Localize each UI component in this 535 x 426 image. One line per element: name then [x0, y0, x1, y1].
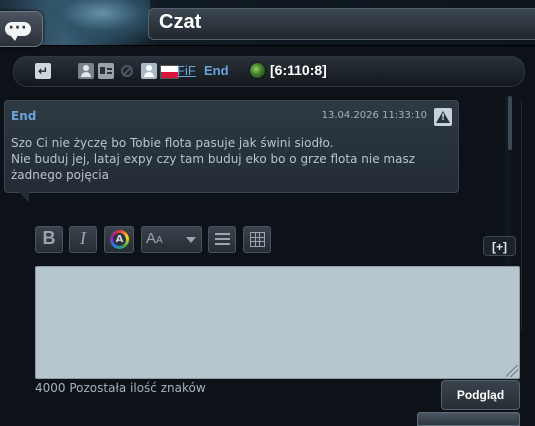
send-button[interactable]: [417, 412, 520, 426]
list-button[interactable]: [208, 226, 236, 253]
font-size-dropdown[interactable]: AA: [141, 226, 202, 253]
return-icon[interactable]: ↵: [35, 63, 51, 79]
italic-button[interactable]: I: [69, 226, 97, 253]
message-timestamp: 13.04.2026 11:33:10: [321, 110, 427, 121]
table-button[interactable]: [243, 226, 271, 253]
user-profile-icon[interactable]: [141, 63, 157, 79]
chat-message: End 13.04.2026 11:33:10 ! Szo Ci nie życ…: [4, 100, 459, 203]
message-textarea[interactable]: [35, 266, 520, 379]
header: ··· Czat: [0, 0, 535, 47]
message-line: żadnego pojęcia: [11, 168, 109, 182]
player-name-link[interactable]: End: [204, 63, 229, 78]
contact-card-icon[interactable]: [98, 63, 114, 79]
chat-toggle-button[interactable]: ···: [0, 11, 43, 47]
title-bar: Czat: [148, 8, 535, 40]
table-icon: [250, 232, 265, 247]
message-line: Nie buduj jej, lataj expy czy tam buduj …: [11, 152, 415, 166]
text-color-button[interactable]: [104, 226, 134, 253]
bold-button[interactable]: B: [35, 226, 63, 253]
user-icon[interactable]: [78, 63, 94, 79]
chevron-down-icon: [186, 237, 196, 243]
preview-button[interactable]: Podgląd: [441, 380, 520, 410]
divider: [521, 100, 522, 330]
character-counter: 4000 Pozostała ilość znaków: [35, 381, 206, 395]
color-wheel-icon: [110, 230, 129, 249]
font-size-icon: AA: [146, 230, 163, 247]
coordinates-link[interactable]: [6:110:8]: [270, 62, 327, 78]
alliance-tag-link[interactable]: FiF: [177, 63, 196, 78]
message-body: Szo Ci nie życzę bo Tobie flota pasuje j…: [11, 135, 451, 183]
message-line: Szo Ci nie życzę bo Tobie flota pasuje j…: [11, 136, 334, 150]
report-message-button[interactable]: !: [434, 108, 452, 126]
planet-globe-icon: [250, 63, 265, 78]
header-banner-image: [30, 0, 150, 44]
resize-handle-icon[interactable]: [506, 365, 518, 377]
scrollbar-thumb[interactable]: [508, 96, 512, 150]
block-icon[interactable]: [121, 65, 133, 77]
italic-icon: I: [80, 228, 86, 248]
bold-icon: B: [42, 228, 56, 248]
conversation-info-bar: ↵ FiF End [6:110:8]: [13, 56, 525, 87]
list-icon: [215, 233, 230, 235]
message-author[interactable]: End: [11, 109, 36, 123]
expand-editor-button[interactable]: [+]: [483, 236, 516, 256]
page-title: Czat: [159, 11, 202, 33]
